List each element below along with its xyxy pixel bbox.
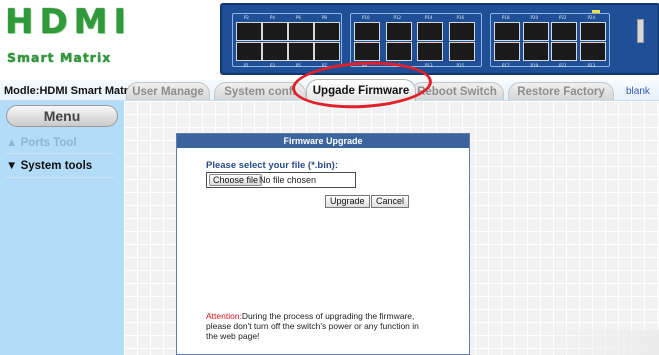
attention-notice: Attention:During the process of upgradin…	[206, 311, 428, 341]
port-label: P15	[456, 63, 465, 68]
port-label: P1	[244, 63, 249, 68]
ethernet-port	[314, 22, 340, 41]
port-label: P18	[502, 15, 510, 20]
ethernet-port	[262, 22, 288, 41]
blank-link[interactable]: blank	[626, 86, 650, 97]
model-label: Modle:HDMI Smart Matrix	[4, 85, 138, 97]
sidebar-item-system-tools[interactable]: ▼ System tools	[6, 160, 92, 172]
port-label: P24	[587, 15, 596, 20]
port-label: P7	[322, 63, 327, 68]
port-group: P10 P9 P12 P11 P14 P13 P16 P15	[350, 13, 482, 68]
ethernet-port	[262, 42, 288, 61]
cancel-button[interactable]: Cancel	[371, 195, 410, 208]
expand-arrow-icon: ▲	[6, 137, 18, 149]
choose-file-button[interactable]: Choose file	[209, 174, 263, 186]
tab-upgrade-firmware[interactable]: Upgade Firmware	[306, 79, 416, 101]
ethernet-port	[551, 42, 577, 61]
upgrade-button[interactable]: Upgrade	[325, 195, 370, 208]
port-label: P5	[296, 63, 301, 68]
header-banner: HDMI Smart Matrix P2 P1 P4 P3 P6 P5 P8 P7 P10 P9 P…	[0, 0, 659, 80]
ethernet-port	[579, 42, 606, 61]
port-label: P19	[530, 63, 539, 68]
ethernet-port	[417, 42, 443, 61]
ethernet-port	[354, 42, 380, 61]
port-label: P14	[425, 15, 433, 20]
port-label: P12	[393, 15, 402, 20]
port-label: P6	[296, 15, 301, 20]
port-label: P4	[270, 15, 275, 20]
ethernet-port	[385, 42, 412, 61]
ethernet-port	[417, 22, 443, 41]
status-led	[592, 10, 600, 13]
port-label: P8	[322, 15, 327, 20]
port-label: P17	[502, 63, 510, 68]
menu-button[interactable]: Menu	[6, 105, 118, 127]
ethernet-port	[385, 22, 412, 41]
port-label: P21	[559, 63, 567, 68]
ethernet-port	[236, 22, 262, 41]
tab-user-manage[interactable]: User Manage	[126, 82, 210, 100]
ethernet-port	[448, 42, 475, 61]
logo-subtitle: Smart Matrix	[7, 50, 112, 65]
port-label: P10	[362, 15, 370, 20]
file-input[interactable]: Choose file No file chosen	[206, 172, 356, 188]
port-label: P2	[244, 15, 249, 20]
ethernet-port	[522, 42, 549, 61]
ethernet-port	[354, 22, 380, 41]
sidebar-divider	[6, 153, 114, 154]
sidebar: Menu ▲ Ports Tool ▼ System tools	[0, 101, 124, 355]
ethernet-port	[551, 22, 577, 41]
port-label: P16	[456, 15, 465, 20]
ethernet-port	[236, 42, 262, 61]
resize-grip	[538, 330, 659, 355]
firmware-upgrade-panel: Firmware Upgrade Please select your file…	[176, 133, 470, 355]
tab-restore-factory[interactable]: Restore Factory	[508, 82, 614, 100]
ethernet-port	[494, 42, 520, 61]
port-label: P20	[530, 15, 539, 20]
logo-title: HDMI	[5, 2, 133, 42]
tab-system-config[interactable]: System confi	[214, 82, 306, 100]
hdmi-logo: HDMI Smart Matrix	[0, 0, 128, 78]
select-file-label: Please select your file (*.bin):	[206, 160, 338, 171]
port-label: P9	[362, 63, 367, 68]
ethernet-port	[579, 22, 606, 41]
panel-title: Firmware Upgrade	[177, 134, 469, 148]
port-label: P3	[270, 63, 275, 68]
ethernet-port	[448, 22, 475, 41]
sidebar-item-label: Ports Tool	[20, 137, 77, 149]
port-label: P23	[587, 63, 596, 68]
ethernet-port	[494, 22, 520, 41]
collapse-arrow-icon: ▼	[6, 160, 18, 172]
port-group: P18 P17 P20 P19 P22 P21 P24 P23	[490, 13, 610, 68]
ethernet-port	[314, 42, 340, 61]
attention-lead: Attention:	[206, 311, 242, 321]
ethernet-port	[288, 22, 314, 41]
tab-reboot-switch[interactable]: Reboot Switch	[410, 82, 504, 100]
switch-front-panel-image: P2 P1 P4 P3 P6 P5 P8 P7 P10 P9 P12 P11 P14 P13 P16 P15 P…	[220, 3, 659, 75]
port-label: P13	[425, 63, 433, 68]
sidebar-divider	[6, 177, 114, 178]
file-status-text: No file chosen	[259, 175, 317, 185]
sfp-slot	[637, 19, 644, 43]
ethernet-port	[288, 42, 314, 61]
ethernet-port	[522, 22, 549, 41]
port-label: P22	[559, 15, 567, 20]
sidebar-item-ports-tool[interactable]: ▲ Ports Tool	[6, 137, 77, 149]
port-group: P2 P1 P4 P3 P6 P5 P8 P7	[232, 13, 342, 68]
port-label: P11	[393, 63, 402, 68]
sidebar-item-label: System tools	[20, 160, 93, 172]
